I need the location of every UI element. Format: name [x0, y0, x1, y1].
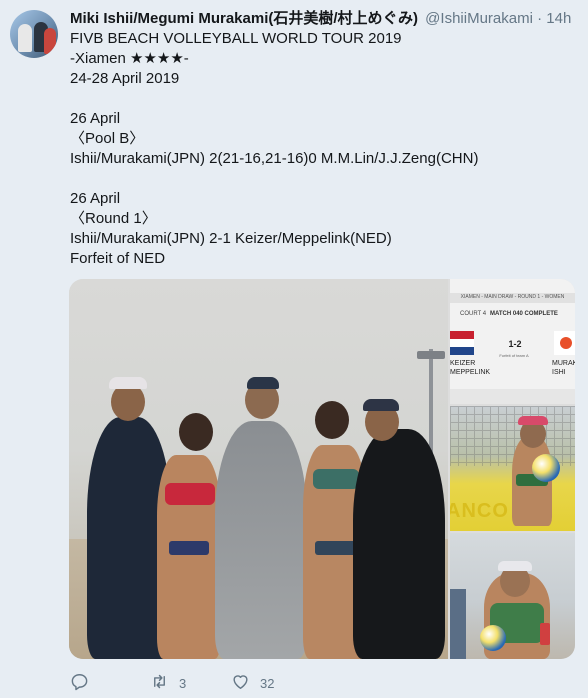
separator-dot: · — [537, 10, 543, 27]
netherlands-flag-icon — [450, 331, 474, 355]
reply-icon — [70, 672, 89, 694]
tweet-timestamp[interactable]: 14h — [546, 10, 571, 27]
scoreboard-team-right: MURAKA ISHI — [552, 359, 575, 377]
team-left-name: KEIZER — [450, 360, 476, 367]
tweet-line: Forfeit of NED — [70, 250, 166, 267]
tweet-line: 〈Pool B〉 — [70, 130, 145, 147]
player-photo-ball[interactable]: ANCO — [450, 406, 575, 531]
retweet-button[interactable]: 3 — [150, 671, 186, 695]
scoreboard-image[interactable]: XIAMEN - MAIN DRAW - ROUND 1 - WOMEN COU… — [450, 279, 575, 404]
team-right-name: ISHI — [552, 369, 566, 376]
team-left-name: MEPPELINK — [450, 369, 491, 376]
scoreboard-match: MATCH 040 COMPLETE — [490, 311, 558, 317]
tweet-text: FIVB BEACH VOLLEYBALL WORLD TOUR 2019 -X… — [70, 29, 570, 269]
scoreboard-team-left: KEIZER MEPPELINK — [450, 359, 490, 377]
tweet-line: 〈Round 1〉 — [70, 210, 157, 227]
display-name[interactable]: Miki Ishii/Megumi Murakami(石井美樹/村上めぐみ) — [70, 10, 418, 27]
user-handle[interactable]: @IshiiMurakami — [425, 10, 533, 27]
reply-button[interactable] — [70, 671, 99, 695]
tweet-line: FIVB BEACH VOLLEYBALL WORLD TOUR 2019 — [70, 30, 402, 47]
tweet-line: 26 April — [70, 110, 121, 127]
scoreboard-court: COURT 4 — [460, 311, 487, 317]
banner-text: ANCO — [450, 500, 509, 522]
like-count: 32 — [260, 675, 275, 691]
scoreboard-note: Forfeit of team A — [499, 353, 529, 358]
tweet-line: -Xiamen ★★★★- — [70, 50, 189, 67]
tweet-line: Ishii/Murakami(JPN) 2(21-16,21-16)0 M.M.… — [70, 150, 479, 167]
team-photo[interactable] — [69, 279, 448, 659]
tweet-line — [70, 169, 570, 189]
tweet-line — [70, 89, 570, 109]
avatar[interactable] — [10, 10, 58, 58]
player-photo-closeup[interactable] — [450, 533, 575, 659]
like-button[interactable]: 32 — [231, 671, 274, 695]
tweet-line: 26 April — [70, 190, 121, 207]
tweet-header: Miki Ishii/Megumi Murakami(石井美樹/村上めぐみ) @… — [70, 9, 571, 29]
scoreboard-score: 1-2 — [508, 339, 522, 349]
japan-flag-icon — [554, 331, 575, 355]
scoreboard-title: XIAMEN - MAIN DRAW - ROUND 1 - WOMEN — [460, 294, 565, 300]
retweet-count: 3 — [179, 675, 187, 691]
heart-icon — [231, 672, 250, 694]
retweet-icon — [150, 672, 169, 694]
team-right-name: MURAKA — [552, 360, 575, 367]
media-grid: XIAMEN - MAIN DRAW - ROUND 1 - WOMEN COU… — [69, 279, 575, 659]
tweet-card[interactable]: Miki Ishii/Megumi Murakami(石井美樹/村上めぐみ) @… — [0, 0, 588, 698]
tweet-line: Ishii/Murakami(JPN) 2-1 Keizer/Meppelink… — [70, 230, 392, 247]
tweet-line: 24-28 April 2019 — [70, 70, 180, 87]
